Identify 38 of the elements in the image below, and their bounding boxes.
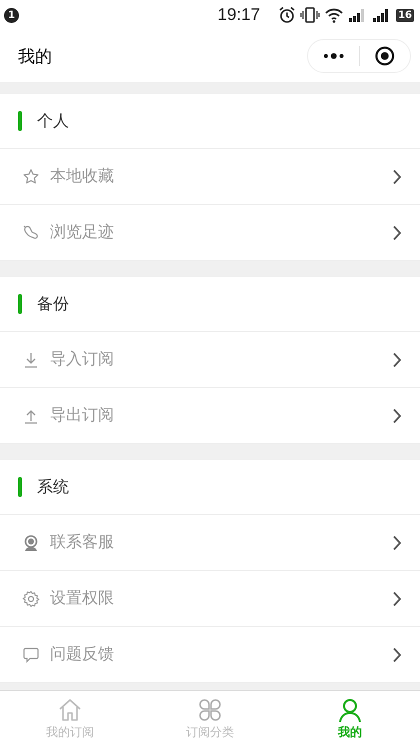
section-title: 系统 <box>37 476 69 498</box>
chevron-right-icon <box>392 224 402 240</box>
menu-item[interactable]: 导入订阅 <box>0 332 420 388</box>
chevron-right-icon <box>392 590 402 606</box>
chevron-right-icon <box>392 168 402 184</box>
chevron-right-icon <box>392 534 402 550</box>
section-title: 备份 <box>37 294 69 314</box>
page-title: 我的 <box>18 46 52 68</box>
section-marker <box>18 111 22 131</box>
menu-item[interactable]: 联系客服 <box>0 515 420 571</box>
menu-item[interactable]: 设置权限 <box>0 571 420 627</box>
home-icon <box>57 697 83 723</box>
menu-item[interactable]: 导出订阅 <box>0 388 420 444</box>
vibrate-icon <box>300 6 320 24</box>
notification-badge: 1 <box>4 8 19 22</box>
alarm-icon <box>278 6 296 24</box>
wifi-icon <box>324 7 344 23</box>
section-title: 个人 <box>37 110 69 132</box>
star-icon <box>22 168 40 186</box>
menu-item[interactable]: 本地收藏 <box>0 149 420 205</box>
battery-level: 16 <box>396 8 414 22</box>
more-icon[interactable] <box>322 51 346 61</box>
menu-item[interactable]: 问题反馈 <box>0 627 420 683</box>
chat-icon <box>22 646 40 664</box>
person-icon <box>337 697 363 723</box>
section-marker <box>18 294 22 314</box>
section-marker <box>18 477 22 497</box>
tab-bar-item[interactable]: 订阅分类 <box>140 691 280 747</box>
download-icon <box>22 350 40 368</box>
status-time: 19:17 <box>218 5 260 25</box>
tab-bar-item[interactable]: 我的订阅 <box>0 691 140 747</box>
clover-icon <box>197 697 223 723</box>
chevron-right-icon <box>392 646 402 662</box>
chevron-right-icon <box>392 352 402 368</box>
tab-bar-item[interactable]: 我的 <box>280 691 420 747</box>
chevron-right-icon <box>392 408 402 424</box>
menu-item[interactable]: 浏览足迹 <box>0 205 420 261</box>
gear-icon <box>22 590 40 608</box>
